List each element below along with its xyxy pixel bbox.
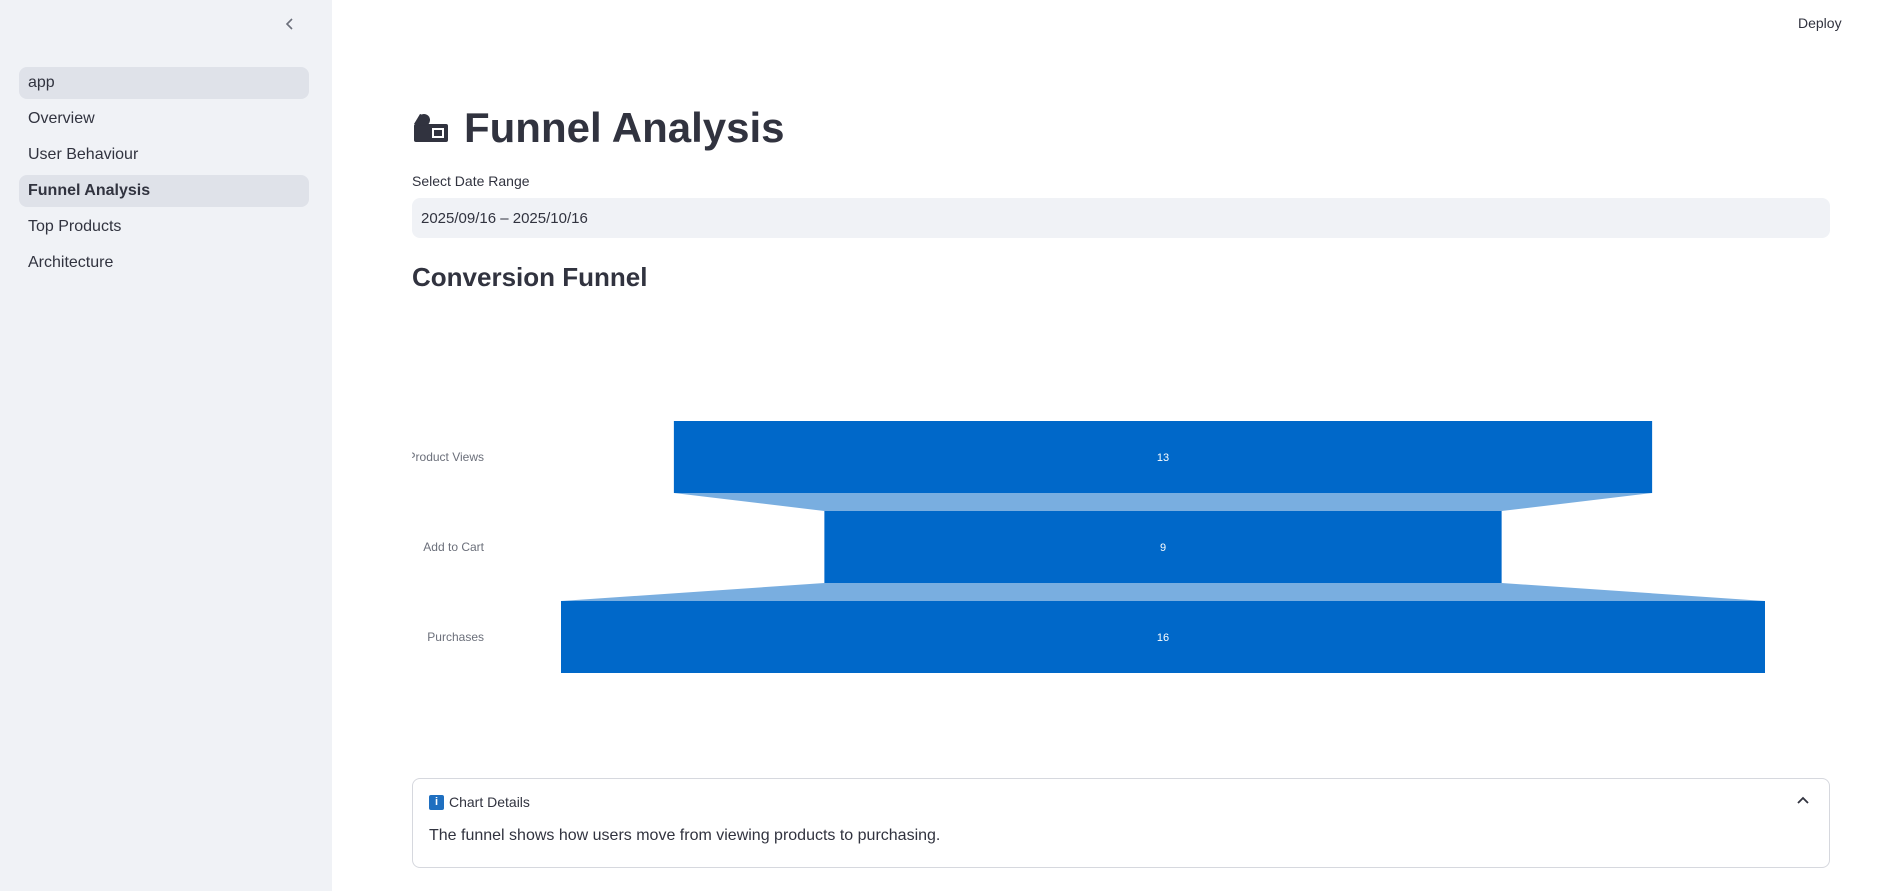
- date-range-value: 2025/09/16 – 2025/10/16: [421, 209, 588, 227]
- sidebar-item-label: User Behaviour: [28, 146, 139, 163]
- page-title-text: Funnel Analysis: [464, 104, 785, 151]
- sidebar-item-label: Top Products: [28, 218, 122, 235]
- sidebar-item-label: Overview: [28, 110, 95, 127]
- sidebar-item-top-products[interactable]: Top Products: [19, 211, 309, 243]
- sidebar-item-overview[interactable]: Overview: [19, 103, 309, 135]
- film-clapper-icon: [414, 114, 448, 142]
- chart-details-text: The funnel shows how users move from vie…: [429, 827, 941, 844]
- sidebar-item-label: app: [28, 74, 55, 91]
- page-title: Funnel Analysis: [412, 100, 785, 156]
- sidebar-item-funnel-analysis[interactable]: Funnel Analysis: [19, 175, 309, 207]
- date-range-label: Select Date Range: [412, 173, 530, 189]
- chevron-up-icon[interactable]: [1795, 793, 1811, 809]
- section-title: Conversion Funnel: [412, 262, 648, 292]
- sidebar-item-app[interactable]: app: [19, 67, 309, 99]
- sidebar-item-label: Architecture: [28, 254, 114, 271]
- sidebar: app Overview User Behaviour Funnel Analy…: [0, 0, 332, 891]
- sidebar-item-user-behaviour[interactable]: User Behaviour: [19, 139, 309, 171]
- collapse-sidebar-button[interactable]: [278, 12, 302, 36]
- chart-details-expander: i Chart Details The funnel shows how use…: [412, 778, 1830, 868]
- funnel-category-label: Add to Cart: [423, 540, 484, 554]
- funnel-value-label: 9: [1160, 542, 1166, 554]
- sidebar-item-architecture[interactable]: Architecture: [19, 247, 309, 279]
- funnel-connector: [673, 493, 1653, 511]
- funnel-chart: 13 Product Views 9 Add to Cart 16 Purchases: [412, 421, 1765, 673]
- funnel-category-label: Product Views: [412, 450, 484, 464]
- funnel-category-label: Purchases: [427, 630, 484, 644]
- sidebar-nav: app Overview User Behaviour Funnel Analy…: [19, 67, 309, 283]
- main-content: Funnel Analysis Select Date Range 2025/0…: [412, 0, 1830, 891]
- funnel-value-label: 16: [1157, 632, 1169, 644]
- funnel-value-label: 13: [1157, 452, 1169, 464]
- chart-details-header[interactable]: i Chart Details: [429, 791, 530, 813]
- sidebar-item-label: Funnel Analysis: [28, 182, 151, 199]
- date-range-input[interactable]: 2025/09/16 – 2025/10/16: [412, 198, 1830, 238]
- chart-details-title: Chart Details: [449, 794, 530, 810]
- chevron-left-icon: [285, 18, 293, 30]
- funnel-connector: [561, 583, 1765, 601]
- info-icon: i: [429, 794, 444, 810]
